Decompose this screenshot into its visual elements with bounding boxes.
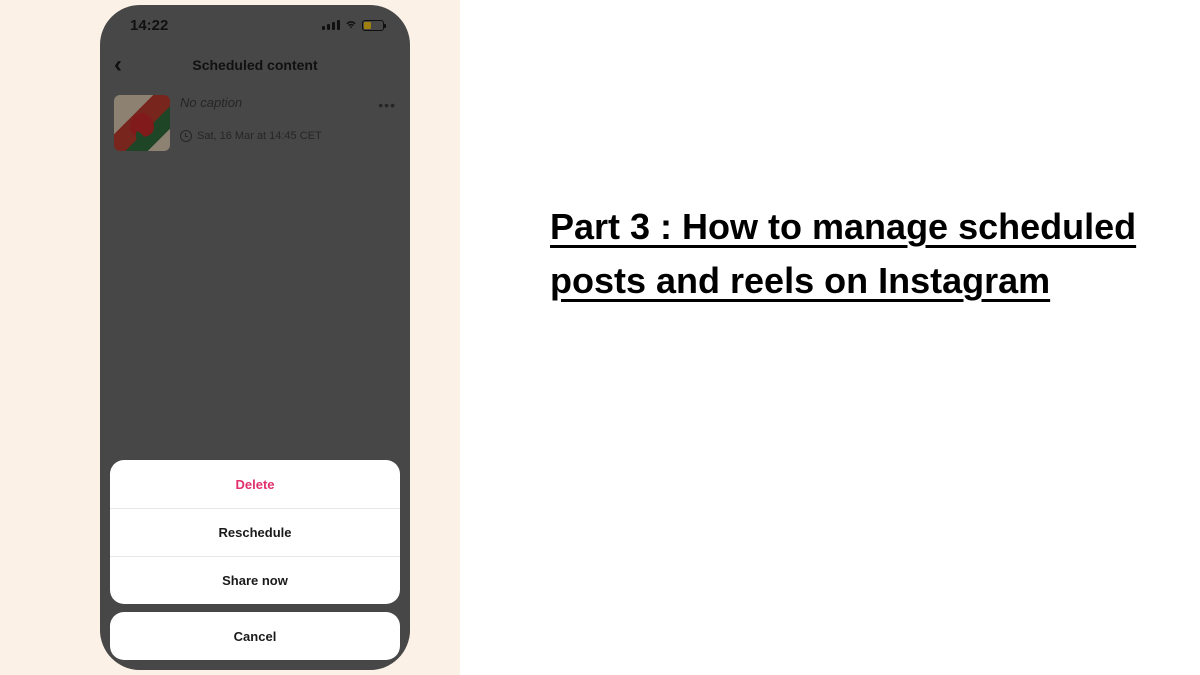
reschedule-button[interactable]: Reschedule: [110, 508, 400, 556]
article-headline: Part 3 : How to manage scheduled posts a…: [550, 200, 1140, 308]
headline-column: Part 3 : How to manage scheduled posts a…: [460, 0, 1200, 308]
share-now-button[interactable]: Share now: [110, 556, 400, 604]
cancel-button[interactable]: Cancel: [110, 612, 400, 660]
action-sheet: Delete Reschedule Share now Cancel: [100, 460, 410, 670]
phone-frame-column: 14:22 ‹ Scheduled content No caption: [0, 0, 460, 675]
delete-button[interactable]: Delete: [110, 460, 400, 508]
phone-mockup: 14:22 ‹ Scheduled content No caption: [100, 5, 410, 670]
action-sheet-group: Delete Reschedule Share now: [110, 460, 400, 604]
